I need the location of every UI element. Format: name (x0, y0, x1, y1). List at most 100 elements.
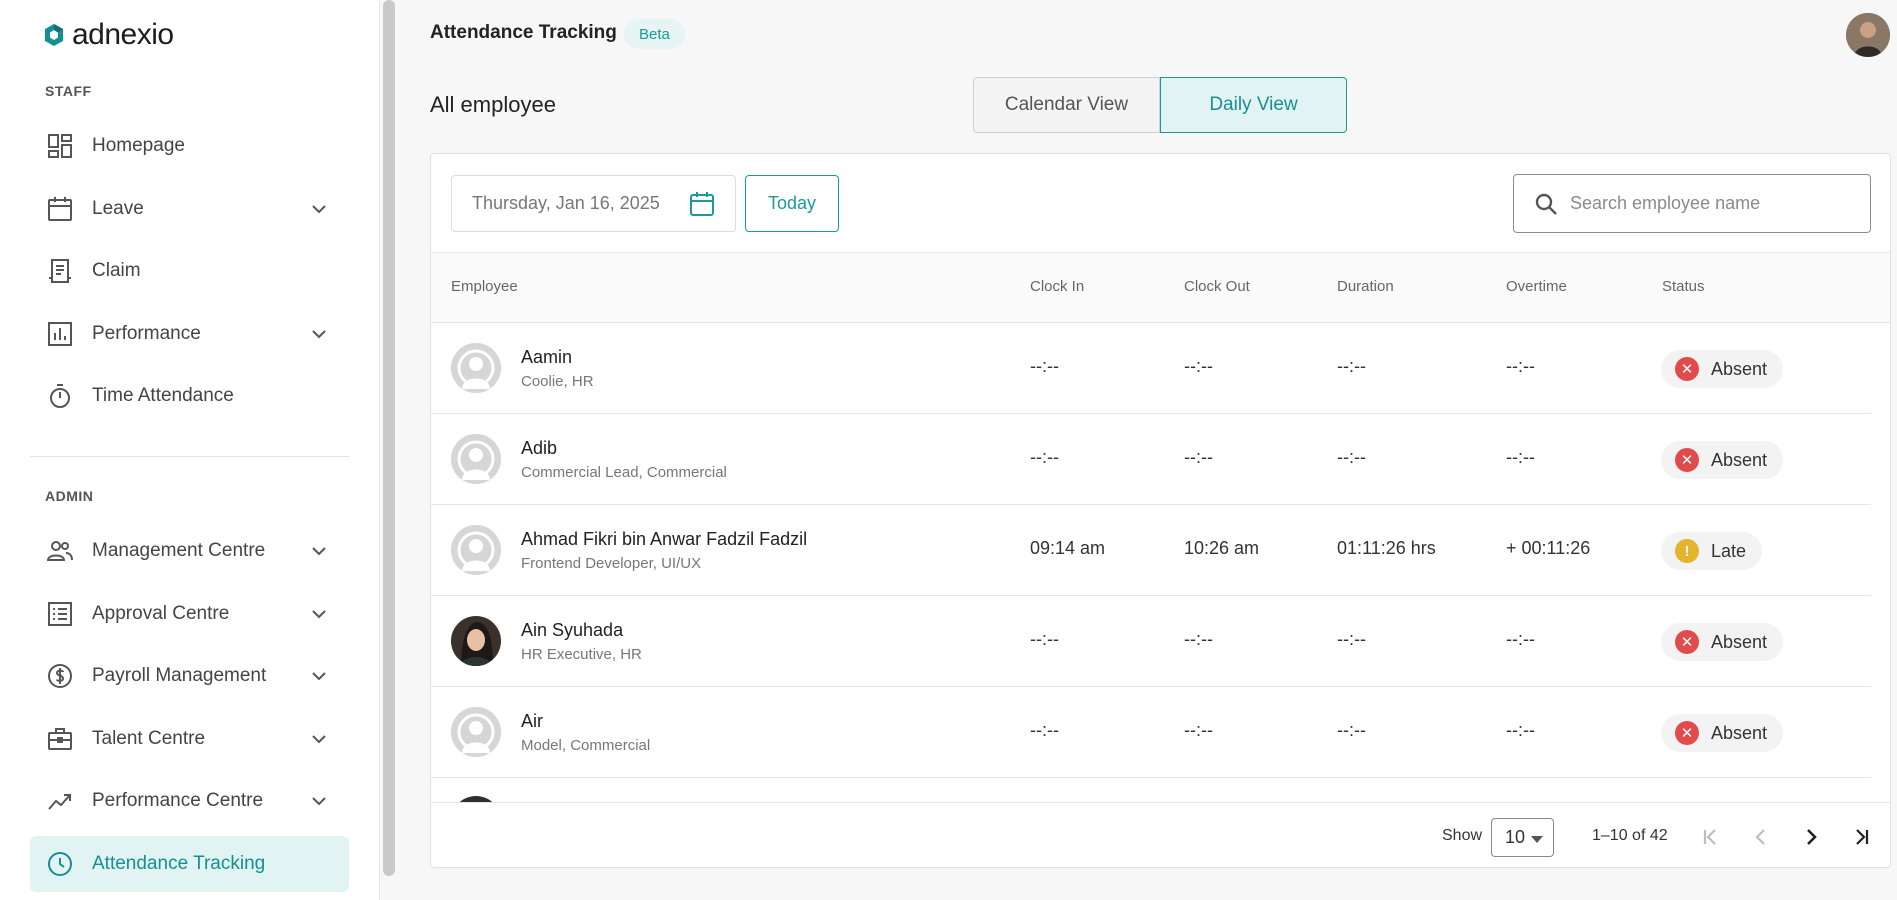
people-icon (46, 537, 74, 565)
clock-in-value: --:-- (1030, 720, 1059, 740)
sidebar-item-management-centre[interactable]: Management Centre (30, 523, 349, 579)
chevron-down-icon[interactable] (309, 604, 329, 624)
today-button[interactable]: Today (745, 175, 839, 232)
dashboard-icon (46, 132, 74, 160)
header-clock-out: Clock Out (1184, 278, 1250, 295)
table-row[interactable]: Ahmad Fikri bin Anwar Fadzil Fadzil Fron… (431, 505, 1871, 596)
sidebar-item-label: Attendance Tracking (92, 853, 266, 874)
sidebar-scrollbar[interactable] (383, 0, 395, 876)
table-row[interactable]: Aamin Coolie, HR --:-- --:-- --:-- --:--… (431, 323, 1871, 414)
logo-mark-icon (45, 24, 63, 46)
clock-out-value: 10:26 am (1184, 538, 1260, 558)
show-label: Show (1442, 827, 1483, 844)
beta-badge: Beta (624, 19, 685, 49)
calendar-icon[interactable] (689, 191, 715, 217)
header-duration: Duration (1337, 278, 1394, 295)
status-text: Absent (1711, 449, 1768, 470)
page-title: Attendance Tracking (430, 22, 617, 43)
clock-out-value: --:-- (1184, 356, 1213, 376)
duration-value: --:-- (1337, 447, 1366, 467)
table-row[interactable]: Adib Commercial Lead, Commercial --:-- -… (431, 414, 1871, 505)
date-value: Thursday, Jan 16, 2025 (472, 193, 660, 213)
employee-role: HR Executive, HR (521, 646, 642, 663)
search-input[interactable] (1570, 175, 1860, 232)
table-row[interactable]: Air Model, Commercial --:-- --:-- --:-- … (431, 687, 1871, 778)
page-range: 1–10 of 42 (1592, 827, 1668, 844)
page-size-select[interactable]: 10 (1491, 818, 1554, 857)
sidebar-item-label: Time Attendance (92, 385, 234, 406)
sidebar-item-label: Approval Centre (92, 603, 230, 624)
chevron-down-icon[interactable] (309, 729, 329, 749)
search-icon (1535, 193, 1557, 215)
sidebar-item-performance[interactable]: Performance (30, 306, 349, 362)
employee-name: Aamin (521, 347, 573, 367)
sidebar-item-label: Claim (92, 260, 141, 281)
stopwatch-icon (46, 382, 74, 410)
sidebar-item-time-attendance[interactable]: Time Attendance (30, 368, 349, 424)
sidebar-item-attendance-tracking[interactable]: Attendance Tracking (30, 836, 349, 892)
sidebar-item-talent-centre[interactable]: Talent Centre (30, 711, 349, 767)
status-badge: ✕ Absent (1661, 441, 1784, 479)
overtime-value: --:-- (1506, 629, 1535, 649)
chevron-down-icon[interactable] (309, 541, 329, 561)
chevron-down-icon[interactable] (309, 199, 329, 219)
header-clock-in: Clock In (1030, 278, 1085, 295)
employee-role: Model, Commercial (521, 737, 651, 754)
status-text: Absent (1711, 358, 1768, 379)
user-avatar[interactable] (1846, 13, 1890, 57)
sidebar-item-payroll-management[interactable]: Payroll Management (30, 648, 349, 704)
status-badge: ✕ Absent (1661, 623, 1784, 661)
clock-in-value: --:-- (1030, 356, 1059, 376)
clock-out-value: --:-- (1184, 629, 1213, 649)
status-text: Absent (1711, 722, 1768, 743)
bar-chart-icon (46, 320, 74, 348)
employee-role: Coolie, HR (521, 373, 594, 390)
sidebar-item-claim[interactable]: Claim (30, 243, 349, 299)
employee-name: Adib (521, 438, 558, 458)
section-subtitle: All employee (430, 92, 556, 117)
overtime-value: + 00:11:26 (1506, 538, 1591, 558)
sidebar-item-approval-centre[interactable]: Approval Centre (30, 586, 349, 642)
overtime-value: --:-- (1506, 720, 1535, 740)
status-text: Late (1711, 540, 1747, 561)
chevron-down-icon[interactable] (309, 791, 329, 811)
prev-page-button[interactable] (1745, 821, 1777, 853)
sidebar: adnexio STAFF Homepage Leave Claim Perfo… (0, 0, 380, 900)
sidebar-item-performance-centre[interactable]: Performance Centre (30, 773, 349, 829)
logo[interactable]: adnexio (44, 18, 174, 52)
sidebar-item-label: Performance (92, 323, 201, 344)
sidebar-item-label: Management Centre (92, 540, 266, 561)
duration-value: --:-- (1337, 629, 1366, 649)
first-page-button[interactable] (1695, 821, 1727, 853)
close-circle-icon: ✕ (1675, 357, 1699, 381)
overtime-value: --:-- (1506, 447, 1535, 467)
avatar-placeholder (451, 707, 501, 757)
chevron-down-icon[interactable] (309, 666, 329, 686)
clock-in-value: --:-- (1030, 447, 1059, 467)
avatar-placeholder (451, 525, 501, 575)
duration-value: 01:11:26 hrs (1337, 538, 1436, 558)
calendar-view-button[interactable]: Calendar View (973, 77, 1160, 133)
duration-value: --:-- (1337, 356, 1366, 376)
avatar-photo (451, 616, 501, 666)
date-picker[interactable]: Thursday, Jan 16, 2025 (451, 175, 736, 232)
chevron-down-icon[interactable] (309, 324, 329, 344)
table-row[interactable]: Ain Syuhada HR Executive, HR --:-- --:--… (431, 596, 1871, 687)
search-box (1513, 174, 1871, 233)
last-page-button[interactable] (1845, 821, 1877, 853)
employee-role: Commercial Lead, Commercial (521, 464, 727, 481)
status-badge: ✕ Absent (1661, 350, 1784, 388)
warning-circle-icon: ! (1675, 539, 1699, 563)
employee-role: Frontend Developer, UI/UX (521, 555, 702, 572)
staff-section-label: STAFF (45, 83, 92, 99)
sidebar-item-homepage[interactable]: Homepage (30, 118, 349, 174)
next-page-button[interactable] (1795, 821, 1827, 853)
sidebar-item-leave[interactable]: Leave (30, 181, 349, 237)
attendance-card: Thursday, Jan 16, 2025 Today Employee Cl… (430, 153, 1891, 868)
caret-down-icon (1531, 836, 1543, 843)
overtime-value: --:-- (1506, 356, 1535, 376)
daily-view-button[interactable]: Daily View (1160, 77, 1347, 133)
logo-text: adnexio (72, 18, 174, 51)
sidebar-item-label: Talent Centre (92, 728, 206, 749)
status-badge: ! Late (1661, 532, 1763, 570)
